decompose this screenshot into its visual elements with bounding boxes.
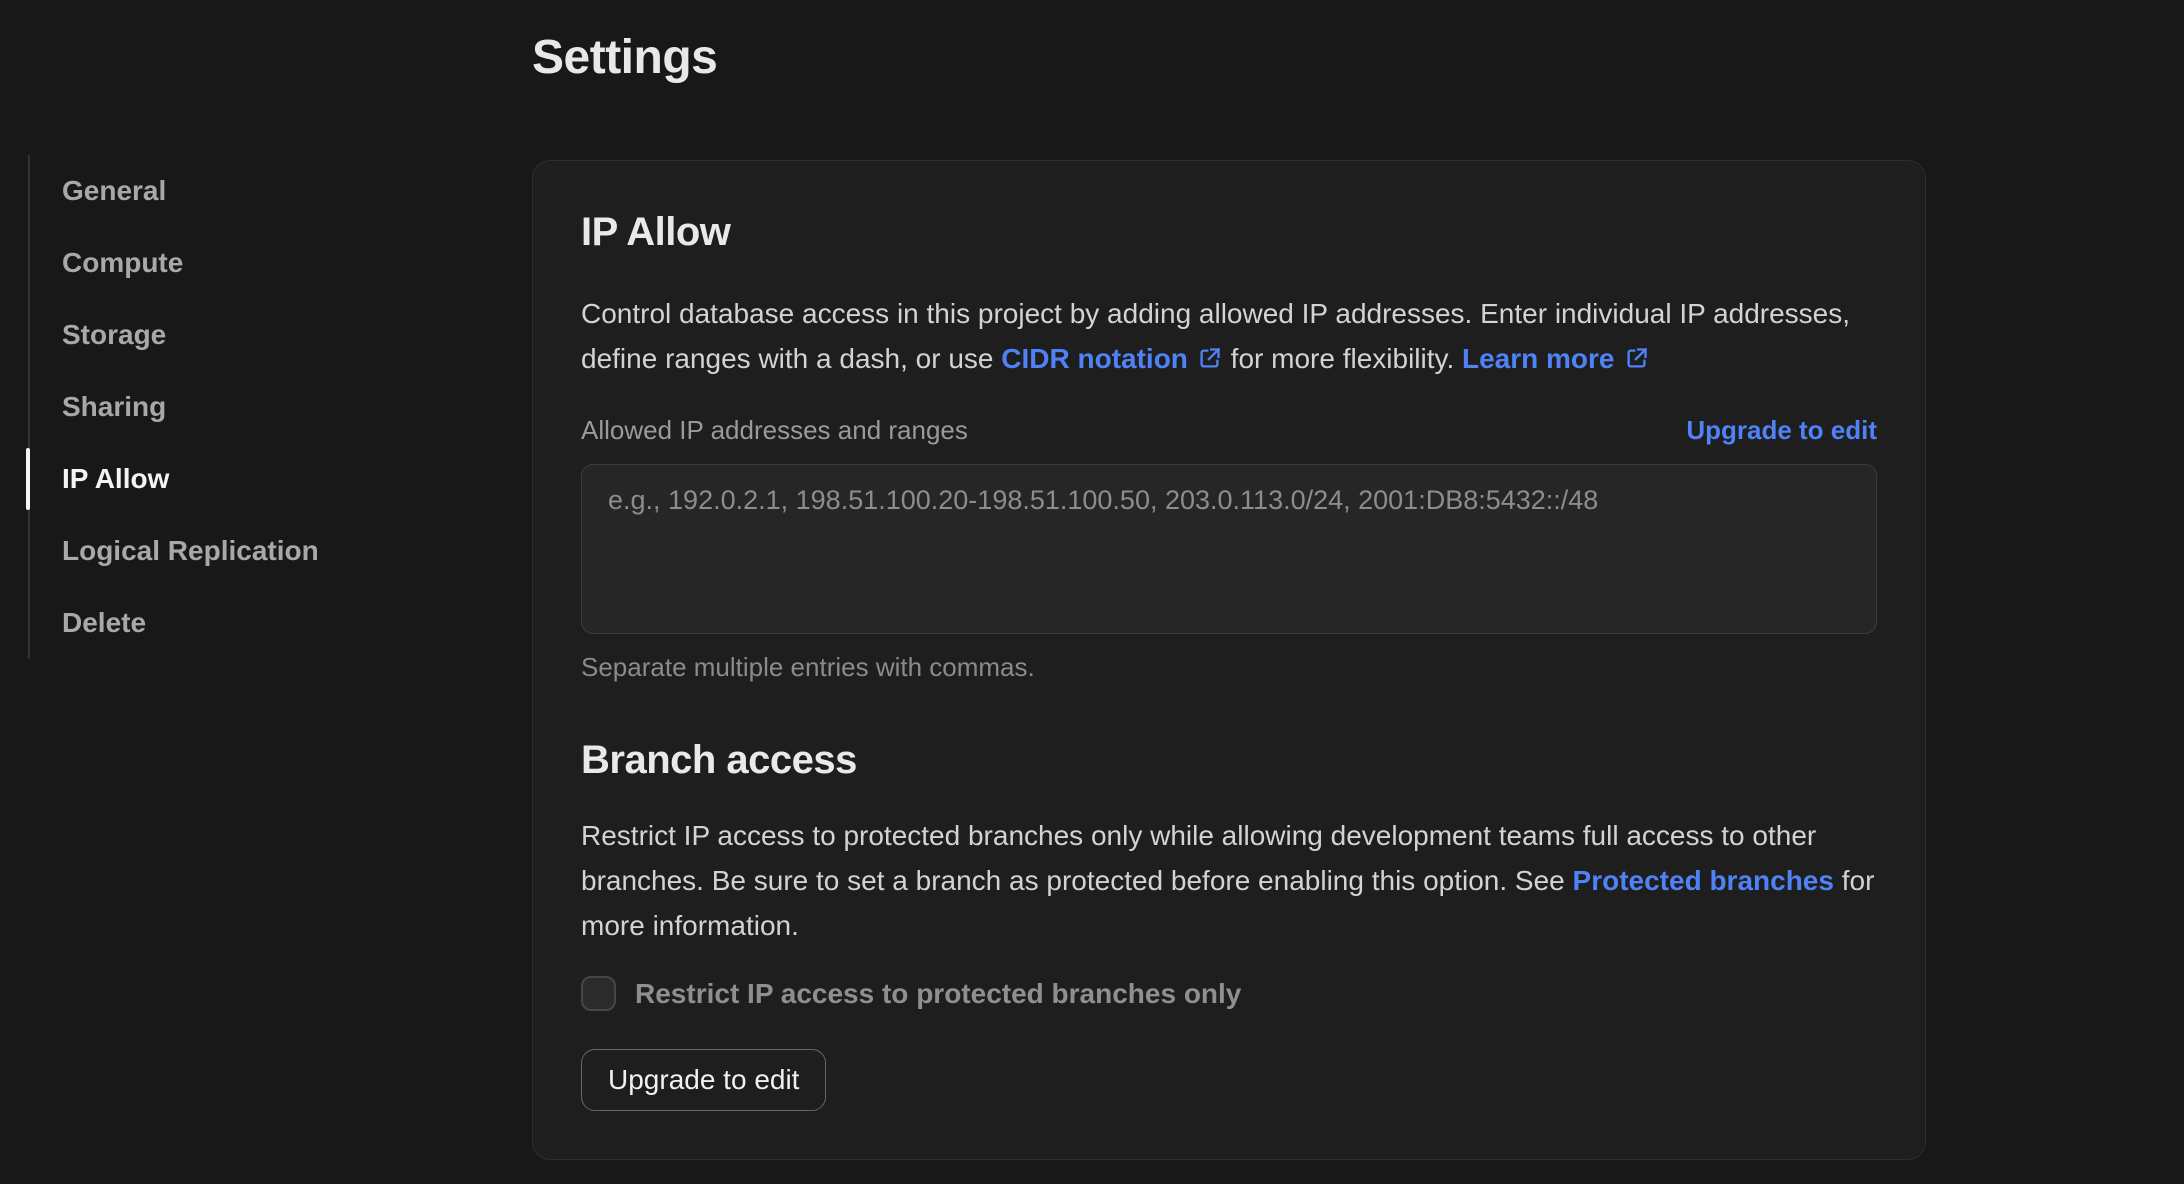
ip-field-label: Allowed IP addresses and ranges: [581, 415, 968, 445]
cidr-notation-link[interactable]: CIDR notation: [1001, 343, 1223, 374]
ip-allow-description-text-2: for more flexibility.: [1222, 343, 1462, 374]
settings-page: General Compute Storage Sharing IP Allow…: [0, 0, 2184, 1160]
branch-access-description: Restrict IP access to protected branches…: [581, 813, 1877, 948]
sidebar-item-storage[interactable]: Storage: [30, 299, 532, 371]
settings-nav: General Compute Storage Sharing IP Allow…: [26, 155, 532, 659]
ip-allow-card: IP Allow Control database access in this…: [532, 160, 1926, 1160]
settings-main: Settings IP Allow Control database acces…: [532, 0, 1926, 1160]
ip-field-hint: Separate multiple entries with commas.: [581, 652, 1035, 682]
settings-sidebar: General Compute Storage Sharing IP Allow…: [0, 0, 532, 1160]
restrict-ip-checkbox-row: Restrict IP access to protected branches…: [581, 976, 1877, 1011]
sidebar-item-sharing[interactable]: Sharing: [30, 371, 532, 443]
branch-access-heading: Branch access: [581, 738, 857, 782]
ip-allow-description: Control database access in this project …: [581, 291, 1877, 381]
settings-nav-list: General Compute Storage Sharing IP Allow…: [26, 155, 532, 659]
cidr-notation-link-label: CIDR notation: [1001, 343, 1188, 374]
restrict-ip-checkbox[interactable]: [581, 976, 616, 1011]
upgrade-to-edit-link[interactable]: Upgrade to edit: [1686, 415, 1877, 446]
ip-field-header-row: Allowed IP addresses and ranges Upgrade …: [581, 415, 1877, 446]
learn-more-link-label: Learn more: [1462, 343, 1615, 374]
upgrade-to-edit-button[interactable]: Upgrade to edit: [581, 1049, 827, 1111]
sidebar-item-delete[interactable]: Delete: [30, 587, 532, 659]
ip-allow-heading: IP Allow: [581, 210, 731, 254]
ip-addresses-textarea[interactable]: [581, 464, 1877, 634]
page-title: Settings: [532, 31, 718, 84]
restrict-ip-checkbox-label: Restrict IP access to protected branches…: [635, 977, 1242, 1009]
external-link-icon: [1200, 347, 1221, 368]
sidebar-item-compute[interactable]: Compute: [30, 227, 532, 299]
protected-branches-link[interactable]: Protected branches: [1573, 865, 1834, 896]
learn-more-link[interactable]: Learn more: [1462, 343, 1650, 374]
sidebar-item-logical-replication[interactable]: Logical Replication: [30, 515, 532, 587]
sidebar-item-ip-allow[interactable]: IP Allow: [26, 443, 532, 515]
external-link-icon: [1626, 347, 1647, 368]
sidebar-item-general[interactable]: General: [30, 155, 532, 227]
